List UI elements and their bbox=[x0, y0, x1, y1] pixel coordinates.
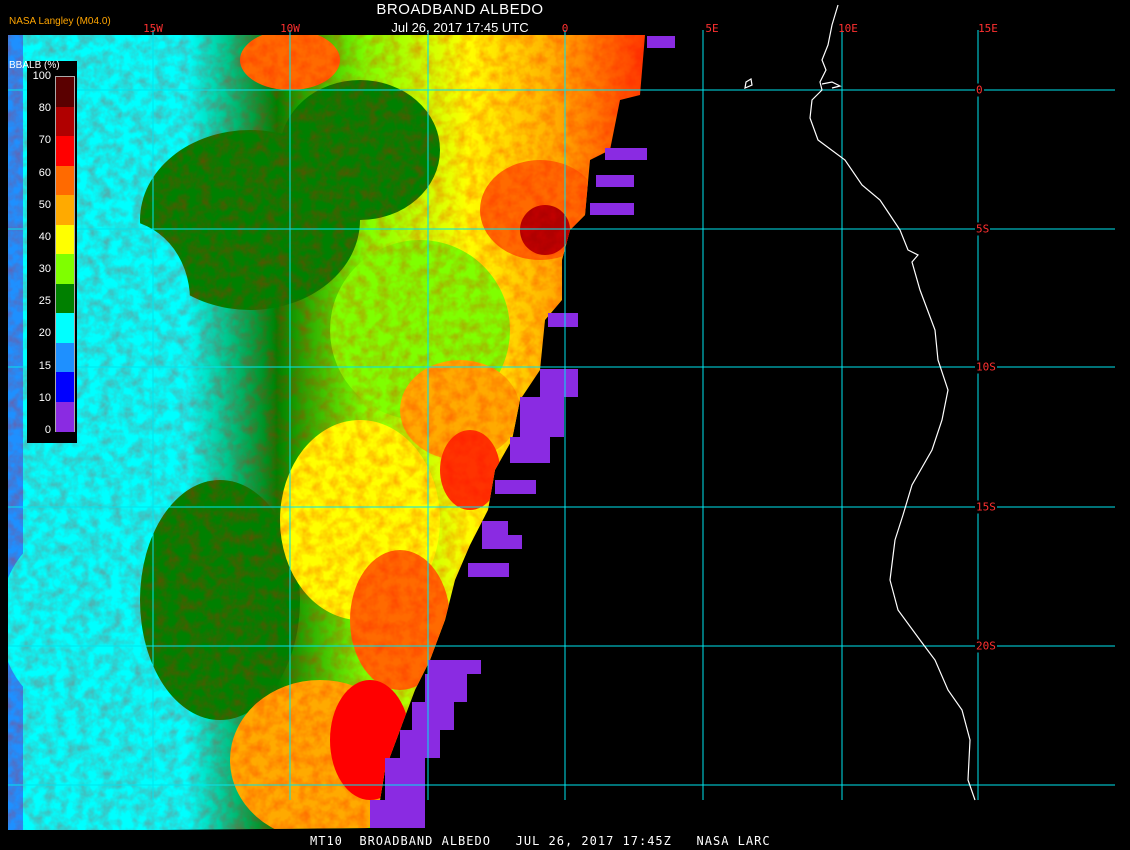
legend-tick-label: 70 bbox=[38, 134, 51, 147]
legend-swatch bbox=[56, 313, 74, 343]
lon-label-15w: 15W bbox=[143, 22, 163, 35]
legend-tick-label: 20 bbox=[38, 327, 51, 340]
legend-swatch bbox=[56, 106, 74, 137]
legend-tick-label: 10 bbox=[38, 391, 51, 404]
legend-swatch bbox=[56, 342, 74, 373]
color-legend: BBALB (%) 100 80 70 60 50 40 30 25 20 15 10 0 bbox=[9, 60, 77, 443]
map-datetime: Jul 26, 2017 17:45 UTC bbox=[391, 20, 529, 35]
legend-tick-label: 50 bbox=[38, 198, 51, 211]
legend-swatch bbox=[56, 372, 74, 402]
legend-swatch bbox=[56, 165, 74, 196]
albedo-map bbox=[0, 0, 1130, 850]
legend-swatch bbox=[56, 224, 74, 255]
legend-tick-label: 100 bbox=[32, 70, 51, 82]
lat-label-0: 0 bbox=[975, 83, 984, 97]
lon-label-5e: 5E bbox=[705, 22, 719, 35]
legend-colorbar bbox=[55, 76, 75, 432]
legend-tick-label: 30 bbox=[38, 263, 51, 276]
lon-label-10e: 10E bbox=[838, 22, 858, 35]
legend-tick-label: 60 bbox=[38, 166, 51, 179]
lon-label-15e: 15E bbox=[978, 22, 998, 35]
legend-swatch bbox=[56, 195, 74, 225]
lon-label-10w: 10W bbox=[280, 22, 300, 35]
legend-swatch bbox=[56, 136, 74, 166]
lat-label-5s: 5S bbox=[975, 222, 991, 236]
legend-swatch bbox=[56, 77, 74, 107]
legend-tick-label: 25 bbox=[38, 295, 51, 308]
map-title: BROADBAND ALBEDO bbox=[376, 1, 544, 18]
source-label: NASA Langley (M04.0) bbox=[9, 16, 111, 27]
legend-tick-label: 15 bbox=[38, 359, 51, 372]
legend-tick-label: 40 bbox=[38, 230, 51, 243]
legend-swatch bbox=[56, 401, 74, 432]
legend-tick-label: 80 bbox=[38, 102, 51, 115]
lat-label-15s: 15S bbox=[975, 500, 997, 514]
lat-label-10s: 10S bbox=[975, 360, 997, 374]
legend-tick-label: 0 bbox=[44, 424, 51, 436]
legend-swatch bbox=[56, 283, 74, 314]
legend-swatch bbox=[56, 254, 74, 284]
lat-label-20s: 20S bbox=[975, 639, 997, 653]
footer-caption: MT10 BROADBAND ALBEDO JUL 26, 2017 17:45… bbox=[310, 834, 771, 848]
lon-label-0: 0 bbox=[561, 22, 569, 35]
